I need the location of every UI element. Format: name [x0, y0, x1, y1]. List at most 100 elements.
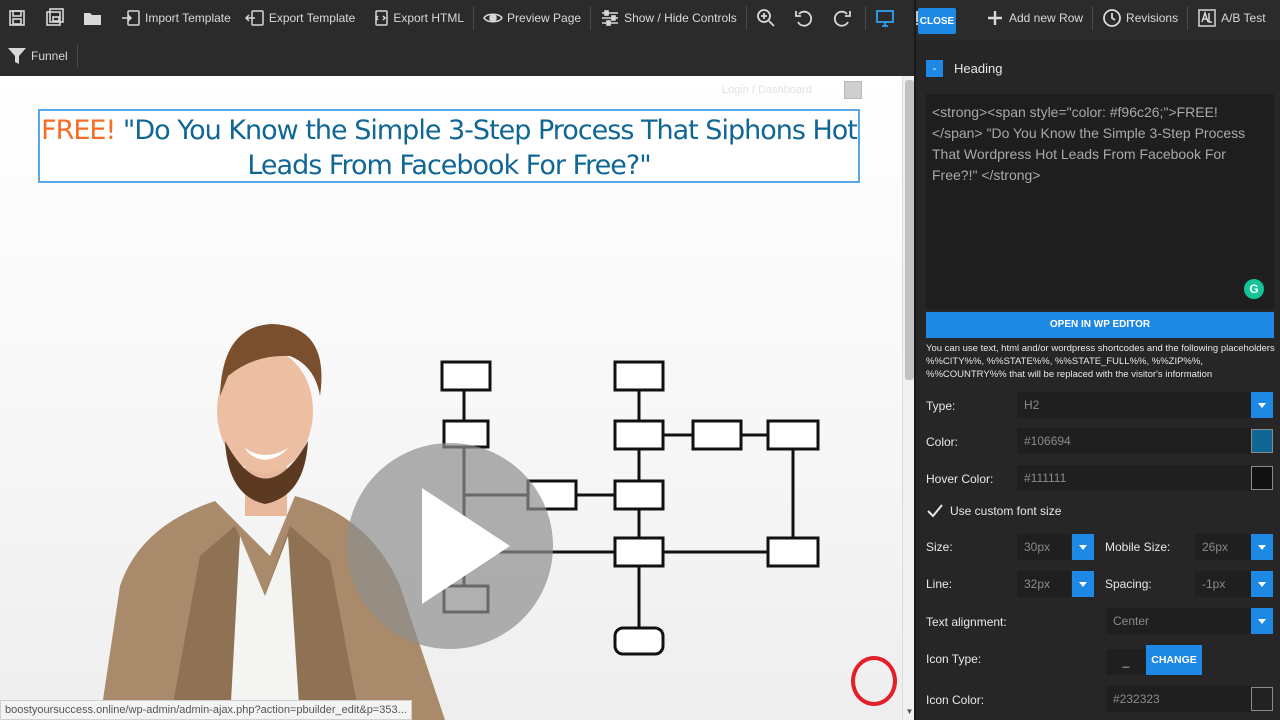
funnel-icon [7, 46, 27, 66]
add-new-row-button[interactable]: Add new Row [978, 0, 1090, 36]
desktop-view-button[interactable] [868, 0, 906, 36]
toolbar-divider [473, 6, 475, 30]
icon-color-label: Icon Color: [926, 693, 985, 707]
line-select[interactable]: 32px [1017, 571, 1071, 597]
size-dropdown-arrow-icon[interactable] [1072, 534, 1094, 560]
export-template-icon [244, 8, 265, 28]
open-wp-editor-button[interactable]: OPEN IN WP EDITOR [926, 312, 1274, 338]
size-select[interactable]: 30px [1017, 534, 1071, 560]
ab-test-icon [1197, 8, 1217, 28]
close-panel-button[interactable]: CLOSE [918, 8, 956, 34]
text-alignment-label: Text alignment: [926, 615, 1007, 629]
import-template-icon [121, 8, 141, 28]
toolbar-divider [1187, 6, 1189, 30]
heading-html-textarea[interactable]: <strong><span style="color: #f96c26;">FR… [926, 94, 1274, 309]
mobile-size-label: Mobile Size: [1105, 540, 1171, 554]
user-icon[interactable] [844, 81, 862, 99]
grammarly-icon[interactable]: G [1244, 279, 1264, 299]
section-title: Heading [954, 61, 1003, 76]
toolbar-row-secondary: Funnel [0, 38, 80, 74]
redo-button[interactable] [825, 0, 863, 36]
scroll-down-arrow-icon[interactable]: ▼ [905, 708, 914, 716]
page-builder-app: Import Template Export Template Export H… [0, 0, 1280, 720]
icon-type-label: Icon Type: [926, 652, 982, 666]
type-label: Type: [926, 399, 956, 413]
headline-free-text: FREE! [41, 115, 116, 146]
undo-icon [794, 8, 814, 28]
custom-font-size-checkbox[interactable]: Use custom font size [926, 502, 1061, 520]
icon-color-input[interactable]: #232323 [1106, 686, 1251, 712]
funnel-button[interactable]: Funnel [0, 38, 75, 74]
export-html-button[interactable]: Export HTML [362, 0, 471, 36]
export-template-label: Export Template [268, 11, 356, 25]
type-dropdown-arrow-icon[interactable] [1251, 392, 1273, 418]
collapse-button[interactable]: - [926, 60, 943, 77]
type-select[interactable]: H2 [1017, 392, 1251, 418]
add-new-row-label: Add new Row [1009, 11, 1084, 25]
spacing-select[interactable]: -1px [1195, 571, 1251, 597]
mobile-size-select[interactable]: 26px [1195, 534, 1251, 560]
export-html-icon [369, 8, 389, 28]
save-as-icon [45, 8, 65, 28]
settings-panel: - Heading <strong><span style="color: #f… [916, 40, 1280, 720]
heading-html-code: <strong><span style="color: #f96c26;">FR… [932, 104, 1246, 183]
revisions-label: Revisions [1126, 11, 1179, 25]
undo-button[interactable] [787, 0, 825, 36]
plus-icon [985, 8, 1005, 28]
preview-page-button[interactable]: Preview Page [476, 0, 588, 36]
editor-canvas: Login / Dashboard FREE! "Do You Know the… [0, 76, 902, 720]
cursor-highlight-ring [851, 656, 897, 706]
size-label: Size: [926, 540, 953, 554]
open-button[interactable] [76, 0, 114, 36]
icon-type-value[interactable]: _ [1106, 649, 1146, 675]
save-icon [7, 8, 27, 28]
save-as-button[interactable] [38, 0, 76, 36]
spacing-label: Spacing: [1105, 577, 1152, 591]
scrollbar-thumb[interactable] [905, 80, 914, 380]
headline-main-text: "Do You Know the Simple 3-Step Process T… [122, 115, 858, 181]
toolbar-right-group: Add new Row Revisions A/B Test [978, 0, 1273, 36]
heading-element[interactable]: FREE! "Do You Know the Simple 3-Step Pro… [38, 109, 860, 183]
export-template-button[interactable]: Export Template [238, 0, 363, 36]
toolbar-divider [864, 6, 866, 30]
change-icon-button[interactable]: CHANGE [1146, 645, 1202, 675]
eye-icon [483, 8, 503, 28]
line-dropdown-arrow-icon[interactable] [1072, 571, 1094, 597]
zoom-in-button[interactable] [749, 0, 787, 36]
hover-color-swatch[interactable] [1251, 466, 1273, 490]
zoom-in-icon [756, 8, 776, 28]
desktop-icon [875, 8, 895, 28]
video-player[interactable] [40, 196, 860, 720]
icon-color-swatch[interactable] [1251, 687, 1273, 711]
spacing-dropdown-arrow-icon[interactable] [1251, 571, 1273, 597]
import-template-button[interactable]: Import Template [114, 0, 238, 36]
toolbar-row-main: Import Template Export Template Export H… [0, 0, 944, 36]
toolbar-divider [590, 6, 592, 30]
status-bar-url: boostyoursuccess.online/wp-admin/admin-a… [0, 700, 412, 720]
text-alignment-dropdown-arrow-icon[interactable] [1251, 608, 1273, 634]
custom-font-size-label: Use custom font size [950, 504, 1062, 518]
section-header[interactable]: - Heading [926, 60, 1002, 77]
page-preview: Login / Dashboard FREE! "Do You Know the… [0, 76, 902, 720]
redo-icon [832, 8, 852, 28]
color-input[interactable]: #106694 [1017, 428, 1251, 454]
play-button [347, 443, 553, 649]
import-template-label: Import Template [145, 11, 231, 25]
funnel-label: Funnel [31, 49, 68, 63]
toolbar-divider [1092, 6, 1094, 30]
placeholder-hint-text: You can use text, html and/or wordpress … [926, 343, 1275, 380]
color-label: Color: [926, 435, 959, 449]
text-alignment-select[interactable]: Center [1106, 608, 1251, 634]
save-button[interactable] [0, 0, 38, 36]
faint-header-link[interactable]: Login / Dashboard [722, 84, 812, 96]
show-hide-controls-button[interactable]: Show / Hide Controls [593, 0, 744, 36]
ab-test-label: A/B Test [1221, 11, 1266, 25]
mobile-size-dropdown-arrow-icon[interactable] [1251, 534, 1273, 560]
line-label: Line: [926, 577, 953, 591]
sliders-icon [600, 8, 620, 28]
preview-page-label: Preview Page [507, 11, 582, 25]
hover-color-input[interactable]: #111111 [1017, 465, 1251, 491]
color-swatch[interactable] [1251, 429, 1273, 453]
revisions-button[interactable]: Revisions [1095, 0, 1185, 36]
ab-test-button[interactable]: A/B Test [1190, 0, 1272, 36]
